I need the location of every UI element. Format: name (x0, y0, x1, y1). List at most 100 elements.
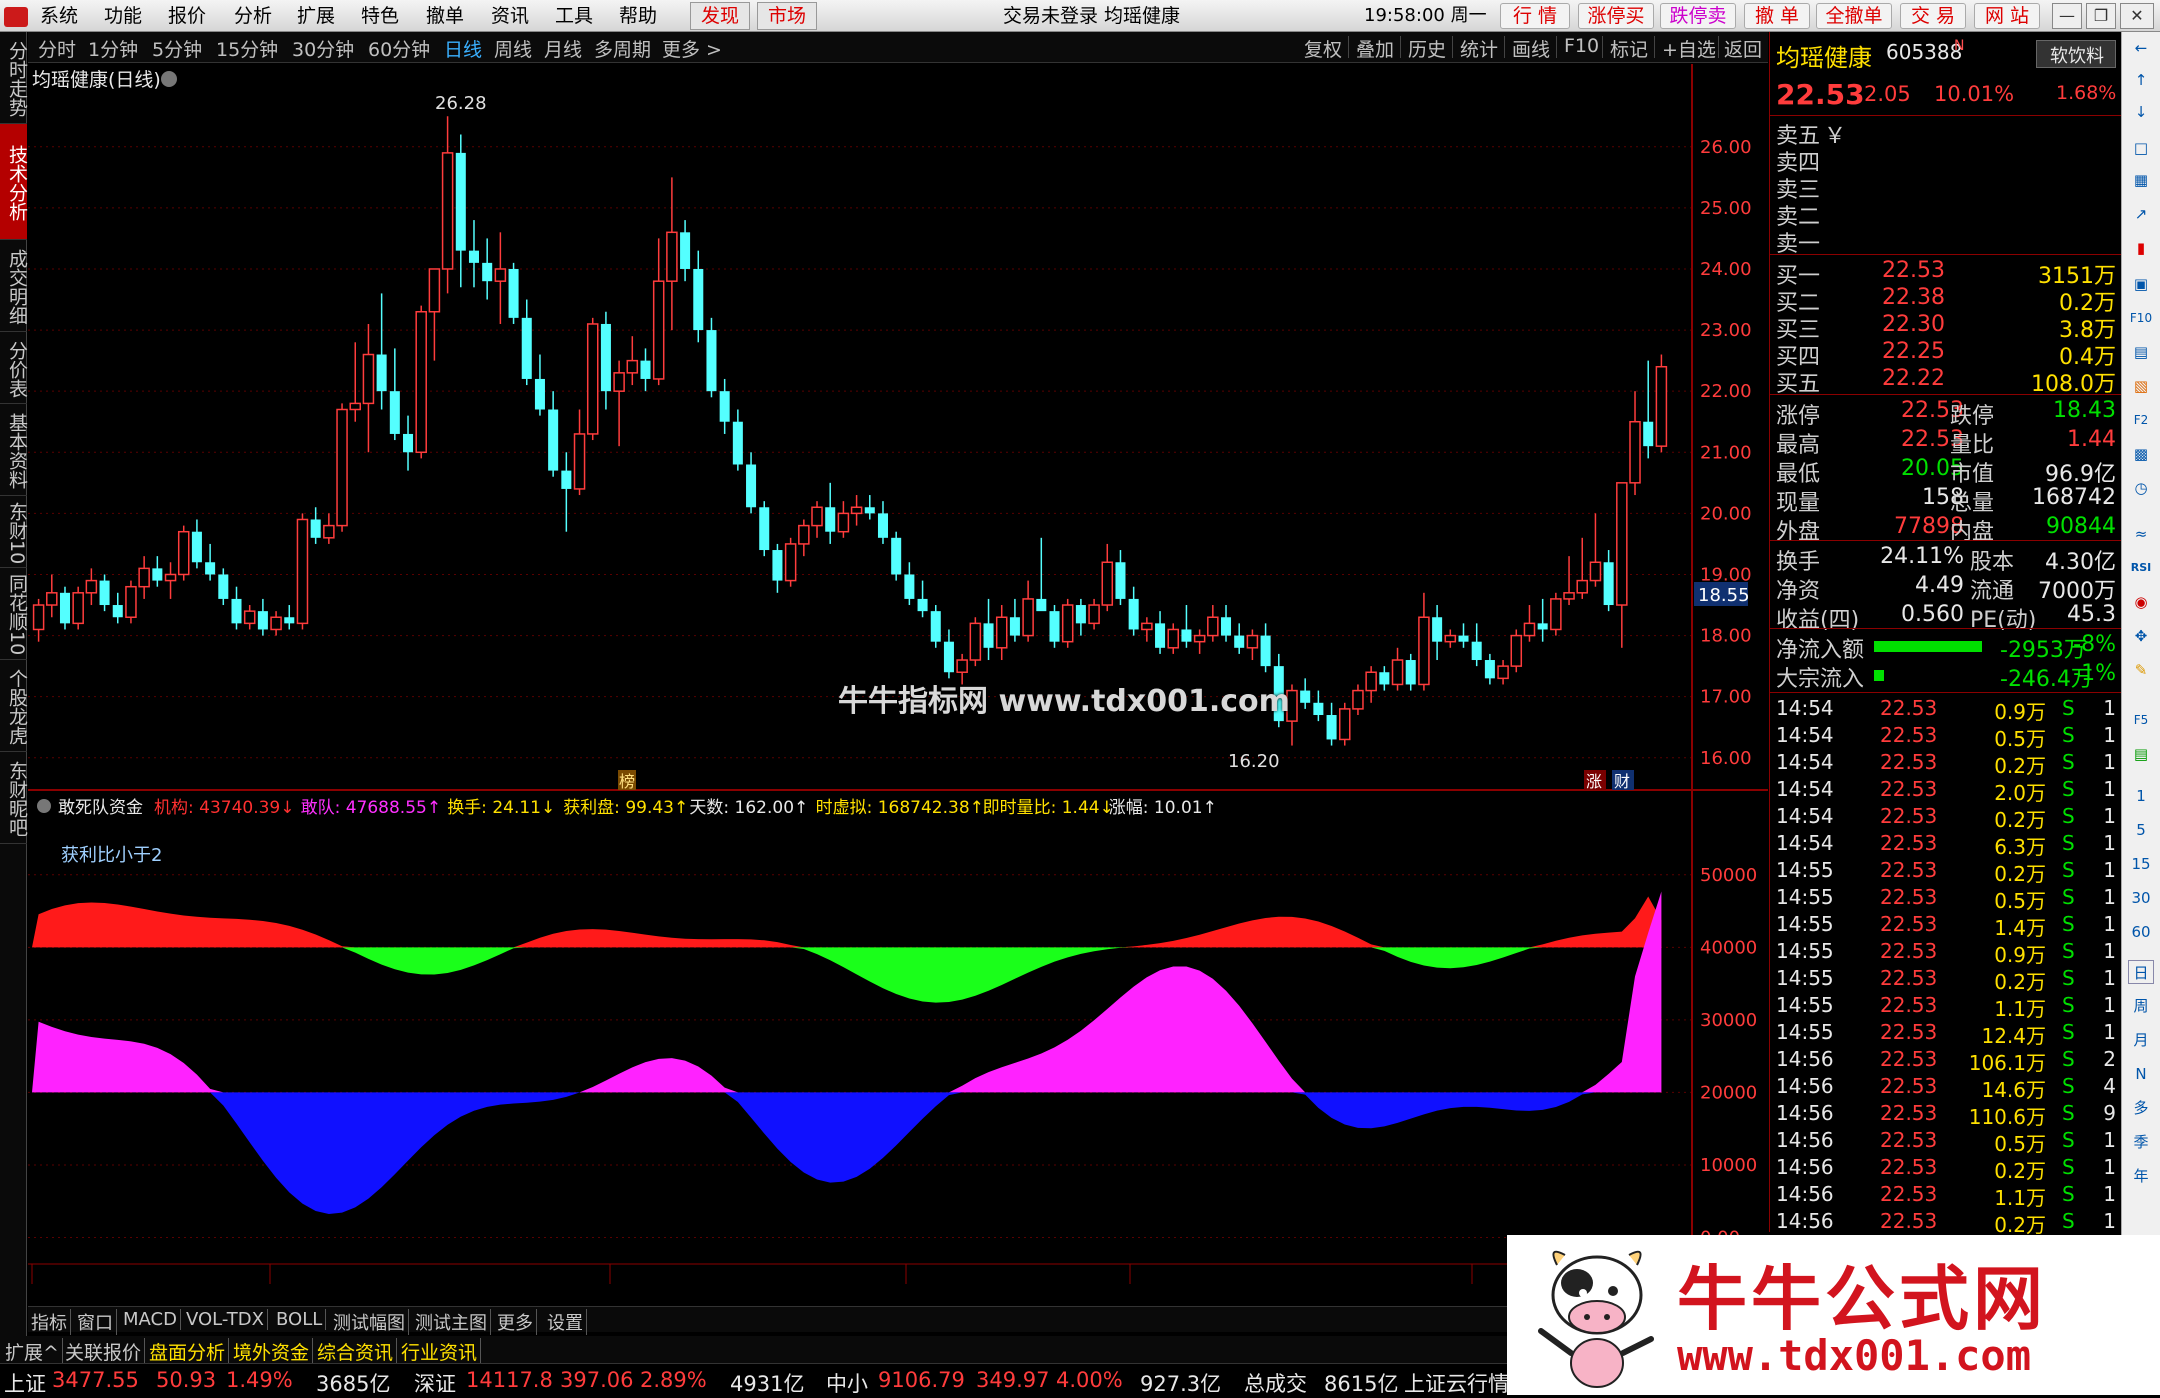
period-15-button[interactable]: 15 (2128, 852, 2154, 876)
f5-icon[interactable]: F5 (2128, 708, 2154, 732)
f2-icon[interactable]: F2 (2128, 408, 2154, 432)
period-30-button[interactable]: 30 (2128, 886, 2154, 910)
restore-icon[interactable]: ❐ (2086, 3, 2116, 29)
btab-settings[interactable]: 设置 (544, 1309, 587, 1335)
period-intraday[interactable]: 分时 (38, 35, 76, 62)
period-5min[interactable]: 5分钟 (152, 35, 202, 62)
tab-price-table[interactable]: 分价表 (0, 332, 28, 404)
period-60-button[interactable]: 60 (2128, 920, 2154, 944)
find-button[interactable]: 发现 (690, 2, 751, 30)
tab-guba[interactable]: 东财昵吧 (0, 752, 28, 844)
period-60min[interactable]: 60分钟 (368, 35, 430, 62)
tab-eastmoney-10[interactable]: 东财10 (0, 496, 28, 568)
doc-icon[interactable]: ▤ (2128, 340, 2154, 364)
period-monthly[interactable]: 月线 (544, 35, 582, 62)
kline-chart[interactable]: 均瑶健康(日线) 26.28 16.20 18.55 26.00 25.00 24.… (28, 64, 1768, 1284)
period-year-button[interactable]: 年 (2128, 1164, 2154, 1188)
menu-system[interactable]: 系统 (40, 4, 78, 28)
ext-tab-news[interactable]: 综合资讯 (314, 1338, 398, 1365)
tab-minute-chart[interactable]: 分时走势 (0, 32, 28, 124)
period-n-button[interactable]: N (2128, 1062, 2154, 1086)
btab-macd[interactable]: MACD (120, 1309, 181, 1330)
money-icon[interactable]: ◉ (2128, 590, 2154, 614)
toolbar-overlay[interactable]: 叠加 (1356, 35, 1394, 62)
menu-news[interactable]: 资讯 (491, 4, 529, 28)
zx-index-label[interactable]: 中小 (826, 1368, 868, 1398)
menu-analysis[interactable]: 分析 (234, 4, 272, 28)
menu-function[interactable]: 功能 (104, 4, 142, 28)
btab-test-main[interactable]: 测试主图 (412, 1309, 491, 1335)
arrow-up-icon[interactable]: ↑ (2128, 68, 2154, 92)
period-daily[interactable]: 日线 (444, 35, 482, 62)
period-day-button[interactable]: 日 (2128, 960, 2154, 984)
grid2-icon[interactable]: ▩ (2128, 442, 2154, 466)
sector-name[interactable]: 软饮料 (2050, 42, 2104, 68)
close-icon[interactable]: ✕ (2120, 3, 2154, 29)
menu-quote[interactable]: 报价 (168, 4, 206, 28)
period-5-button[interactable]: 5 (2128, 818, 2154, 842)
btab-vol-tdx[interactable]: VOL-TDX (183, 1309, 268, 1330)
limit-down-sell-button[interactable]: 跌停卖 (1660, 3, 1736, 29)
sh-index-label[interactable]: 上证 (4, 1368, 46, 1398)
menu-special[interactable]: 特色 (361, 4, 399, 28)
move-icon[interactable]: ✥ (2128, 624, 2154, 648)
period-15min[interactable]: 15分钟 (216, 35, 278, 62)
arrow-left-icon[interactable]: ← (2128, 36, 2154, 60)
period-week-button[interactable]: 周 (2128, 994, 2154, 1018)
toolbar-mark[interactable]: 标记 (1610, 35, 1648, 62)
window-icon[interactable]: ▣ (2128, 272, 2154, 296)
wave-icon[interactable]: ≈ (2128, 522, 2154, 546)
grid-icon[interactable]: ▦ (2128, 168, 2154, 192)
ext-tab-expand[interactable]: 扩展^ (2, 1338, 63, 1365)
period-30min[interactable]: 30分钟 (292, 35, 354, 62)
f10-icon[interactable]: F10 (2128, 306, 2154, 330)
btab-indicator[interactable]: 指标 (28, 1309, 71, 1335)
zoom-icon[interactable]: □ (2128, 136, 2154, 160)
line-chart-icon[interactable]: ↗ (2128, 202, 2154, 226)
logo-url[interactable]: www.tdx001.com (1677, 1331, 2031, 1380)
toolbar-draw[interactable]: 画线 (1512, 35, 1550, 62)
kline-icon[interactable]: ▮ (2128, 236, 2154, 260)
btab-boll[interactable]: BOLL (273, 1309, 327, 1330)
cancel-all-button[interactable]: 全撤单 (1816, 3, 1892, 29)
ext-tab-market[interactable]: 盘面分析 (146, 1338, 230, 1365)
toolbar-back[interactable]: 返回 (1724, 35, 1762, 62)
tab-technical-analysis[interactable]: 技术分析 (0, 124, 28, 240)
limit-up-buy-button[interactable]: 涨停买 (1578, 3, 1654, 29)
period-weekly[interactable]: 周线 (494, 35, 532, 62)
period-multi-button[interactable]: 多 (2128, 1096, 2154, 1120)
toolbar-history[interactable]: 历史 (1408, 35, 1446, 62)
folder-icon[interactable]: ▧ (2128, 374, 2154, 398)
period-more[interactable]: 更多 > (662, 35, 722, 62)
menu-cancel-order[interactable]: 撤单 (426, 4, 464, 28)
period-1-button[interactable]: 1 (2128, 784, 2154, 808)
period-month-button[interactable]: 月 (2128, 1028, 2154, 1052)
btab-window[interactable]: 窗口 (74, 1309, 117, 1335)
toolbar-add-watch[interactable]: +自选 (1662, 35, 1716, 62)
btab-more[interactable]: 更多 (494, 1309, 537, 1335)
period-season-button[interactable]: 季 (2128, 1130, 2154, 1154)
arrow-down-icon[interactable]: ↓ (2128, 100, 2154, 124)
tab-trade-details[interactable]: 成交明细 (0, 240, 28, 332)
toolbar-adjust[interactable]: 复权 (1304, 35, 1342, 62)
menu-tools[interactable]: 工具 (555, 4, 593, 28)
period-1min[interactable]: 1分钟 (88, 35, 138, 62)
ext-tab-related[interactable]: 关联报价 (62, 1338, 146, 1365)
btab-test-sub[interactable]: 测试幅图 (330, 1309, 409, 1335)
menu-help[interactable]: 帮助 (619, 4, 657, 28)
ext-tab-industry[interactable]: 行业资讯 (398, 1338, 482, 1365)
ext-tab-foreign[interactable]: 境外资金 (230, 1338, 314, 1365)
period-multi[interactable]: 多周期 (594, 35, 651, 62)
trade-button[interactable]: 交 易 (1900, 3, 1966, 29)
sh-cloud-label[interactable]: 上证云行情 (1404, 1368, 1509, 1398)
tab-ths-10[interactable]: 同花顺10 (0, 568, 28, 660)
chart-small-icon[interactable]: ▤ (2128, 742, 2154, 766)
menu-extend[interactable]: 扩展 (297, 4, 335, 28)
minimize-icon[interactable]: — (2052, 3, 2082, 29)
cancel-order-button[interactable]: 撤 单 (1744, 3, 1810, 29)
website-button[interactable]: 网 站 (1974, 3, 2040, 29)
toolbar-f10[interactable]: F10 (1564, 35, 1599, 57)
pen-icon[interactable]: ✎ (2128, 658, 2154, 682)
clock-icon[interactable]: ◷ (2128, 476, 2154, 500)
sz-index-label[interactable]: 深证 (414, 1368, 456, 1398)
